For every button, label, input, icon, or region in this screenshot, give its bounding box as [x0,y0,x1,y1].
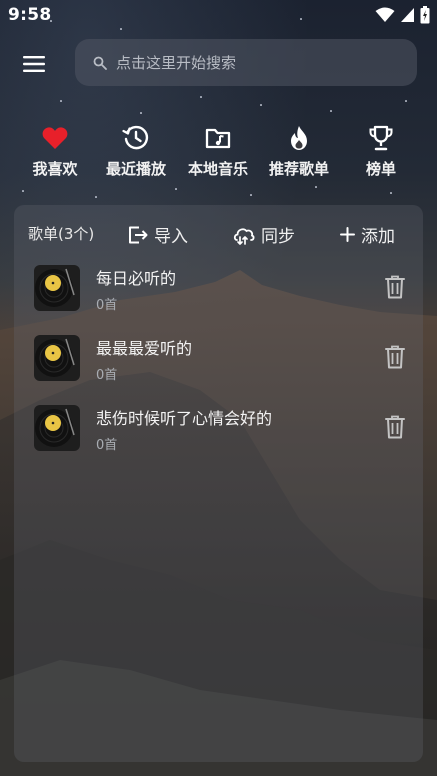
playlist-song-count: 0首 [96,298,118,313]
menu-icon [23,56,45,72]
plus-icon [340,227,355,242]
music-folder-icon [205,128,231,149]
nav-label: 我喜欢 [32,160,78,178]
import-button[interactable]: 导入 [128,222,188,247]
star [390,192,392,194]
star [315,186,317,188]
status-icons [375,6,430,24]
playlist-name: 最最最爱听的 [96,339,193,358]
sync-cloud-icon [233,227,255,245]
playlist-row[interactable]: 每日必听的 0首 [14,265,423,329]
delete-playlist-button[interactable] [382,343,408,371]
vinyl-record-icon [34,335,80,381]
star [22,190,24,192]
star [140,112,142,114]
star [175,188,177,190]
playlist-name: 悲伤时候听了心情会好的 [96,409,273,428]
nav-item-local-music[interactable]: 本地音乐 [178,122,258,179]
playlist-panel: 歌单(3个) 导入 同步 添加 每日必听的 0首 最最最爱听的 0首 悲伤时候听… [14,205,423,762]
add-button-label: 添加 [361,227,395,247]
star [405,100,407,102]
nav-label: 最近播放 [105,160,166,178]
search-icon [93,56,107,70]
status-bar: 9:58 [0,0,437,30]
star [200,96,202,98]
vinyl-record-icon [34,405,80,451]
playlist-row[interactable]: 最最最爱听的 0首 [14,335,423,399]
star [260,104,262,106]
search-input[interactable]: 点击这里开始搜索 [75,39,417,86]
nav-item-charts[interactable]: 榜单 [341,122,421,179]
playlist-row[interactable]: 悲伤时候听了心情会好的 0首 [14,405,423,469]
star [330,110,332,112]
nav-item-recent[interactable]: 最近播放 [96,122,176,179]
playlist-count-title: 歌单(3个) [28,225,95,243]
trash-icon [385,345,405,369]
playlist-panel-header: 歌单(3个) 导入 同步 添加 [14,205,423,263]
app-screen: 9:58 点击这里开始搜索 我喜欢 最近播放 本地音乐 推荐歌单 榜单 歌单(3… [0,0,437,776]
battery-icon [420,6,430,24]
wifi-icon [375,7,395,22]
playlist-name: 每日必听的 [96,269,177,288]
nav-label: 榜单 [365,160,396,178]
nav-item-recommended[interactable]: 推荐歌单 [259,122,339,179]
signal-icon [401,8,414,22]
nav-label: 本地音乐 [187,160,248,178]
add-playlist-button[interactable]: 添加 [340,222,395,247]
import-button-label: 导入 [154,227,188,247]
vinyl-record-icon [34,265,80,311]
heart-icon [42,127,68,149]
nav-label: 推荐歌单 [268,160,329,178]
sync-button[interactable]: 同步 [233,222,295,247]
star [95,196,97,198]
delete-playlist-button[interactable] [382,273,408,301]
sync-button-label: 同步 [261,227,295,247]
playlist-song-count: 0首 [96,438,118,453]
star [60,100,62,102]
nav-item-favorites[interactable]: 我喜欢 [15,122,95,179]
fire-icon [291,126,307,150]
history-icon [122,125,149,150]
quick-nav: 我喜欢 最近播放 本地音乐 推荐歌单 榜单 [0,122,437,184]
trophy-icon [369,125,393,151]
menu-button[interactable] [14,48,54,80]
search-placeholder: 点击这里开始搜索 [116,54,237,72]
status-time: 9:58 [8,5,52,25]
delete-playlist-button[interactable] [382,413,408,441]
trash-icon [385,275,405,299]
star [250,194,252,196]
trash-icon [385,415,405,439]
import-icon [129,226,148,243]
playlist-song-count: 0首 [96,368,118,383]
